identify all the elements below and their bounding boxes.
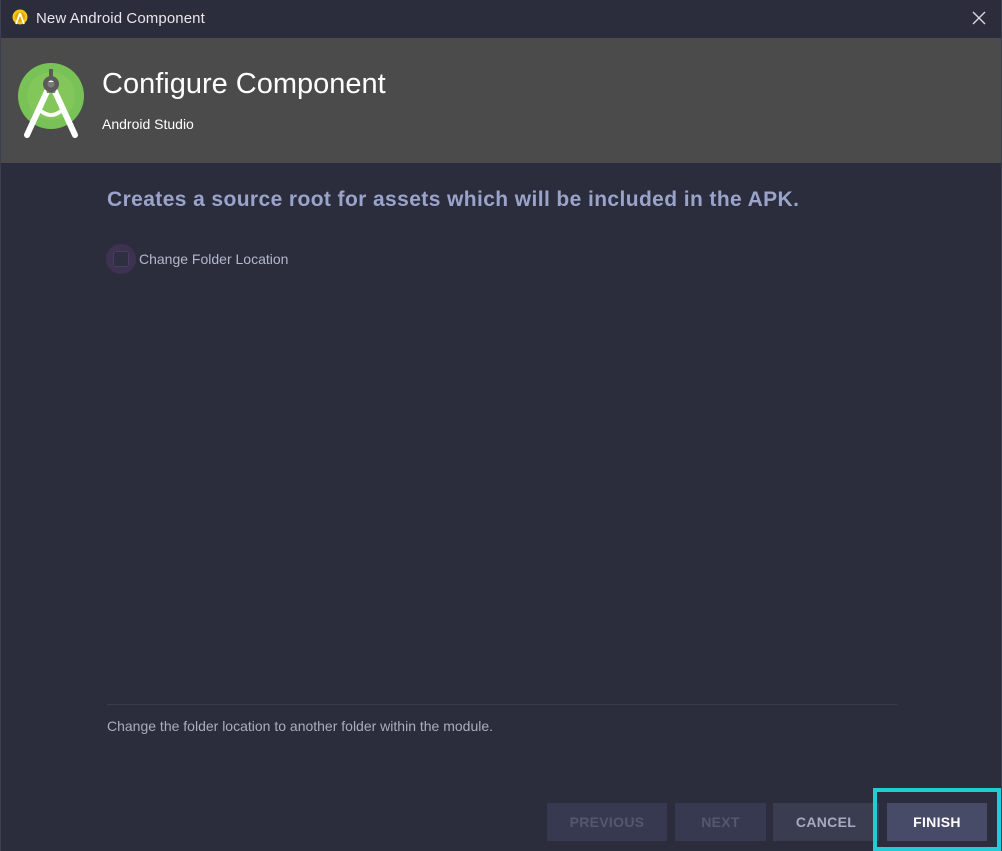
close-icon[interactable]	[969, 8, 989, 28]
divider	[107, 704, 897, 705]
help-text: Change the folder location to another fo…	[107, 718, 494, 734]
next-button[interactable]: NEXT	[675, 803, 766, 841]
finish-button[interactable]: FINISH	[887, 803, 987, 841]
android-studio-logo-icon	[18, 63, 84, 138]
component-description: Creates a source root for assets which w…	[107, 188, 800, 211]
checkbox-box[interactable]	[113, 251, 129, 267]
checkbox-focus-ring	[106, 244, 136, 274]
header-banner: Configure Component Android Studio	[1, 38, 1001, 163]
previous-button[interactable]: PREVIOUS	[547, 803, 667, 841]
change-folder-location-checkbox[interactable]: Change Folder Location	[106, 244, 288, 274]
dialog-window: New Android Component Configure Componen…	[0, 0, 1002, 851]
checkbox-label[interactable]: Change Folder Location	[139, 251, 288, 267]
android-studio-app-icon	[12, 9, 28, 25]
page-subtitle: Android Studio	[102, 116, 194, 132]
cancel-button[interactable]: CANCEL	[773, 803, 879, 841]
page-title: Configure Component	[102, 68, 386, 100]
title-bar: New Android Component	[1, 0, 1001, 38]
window-title: New Android Component	[36, 10, 205, 27]
